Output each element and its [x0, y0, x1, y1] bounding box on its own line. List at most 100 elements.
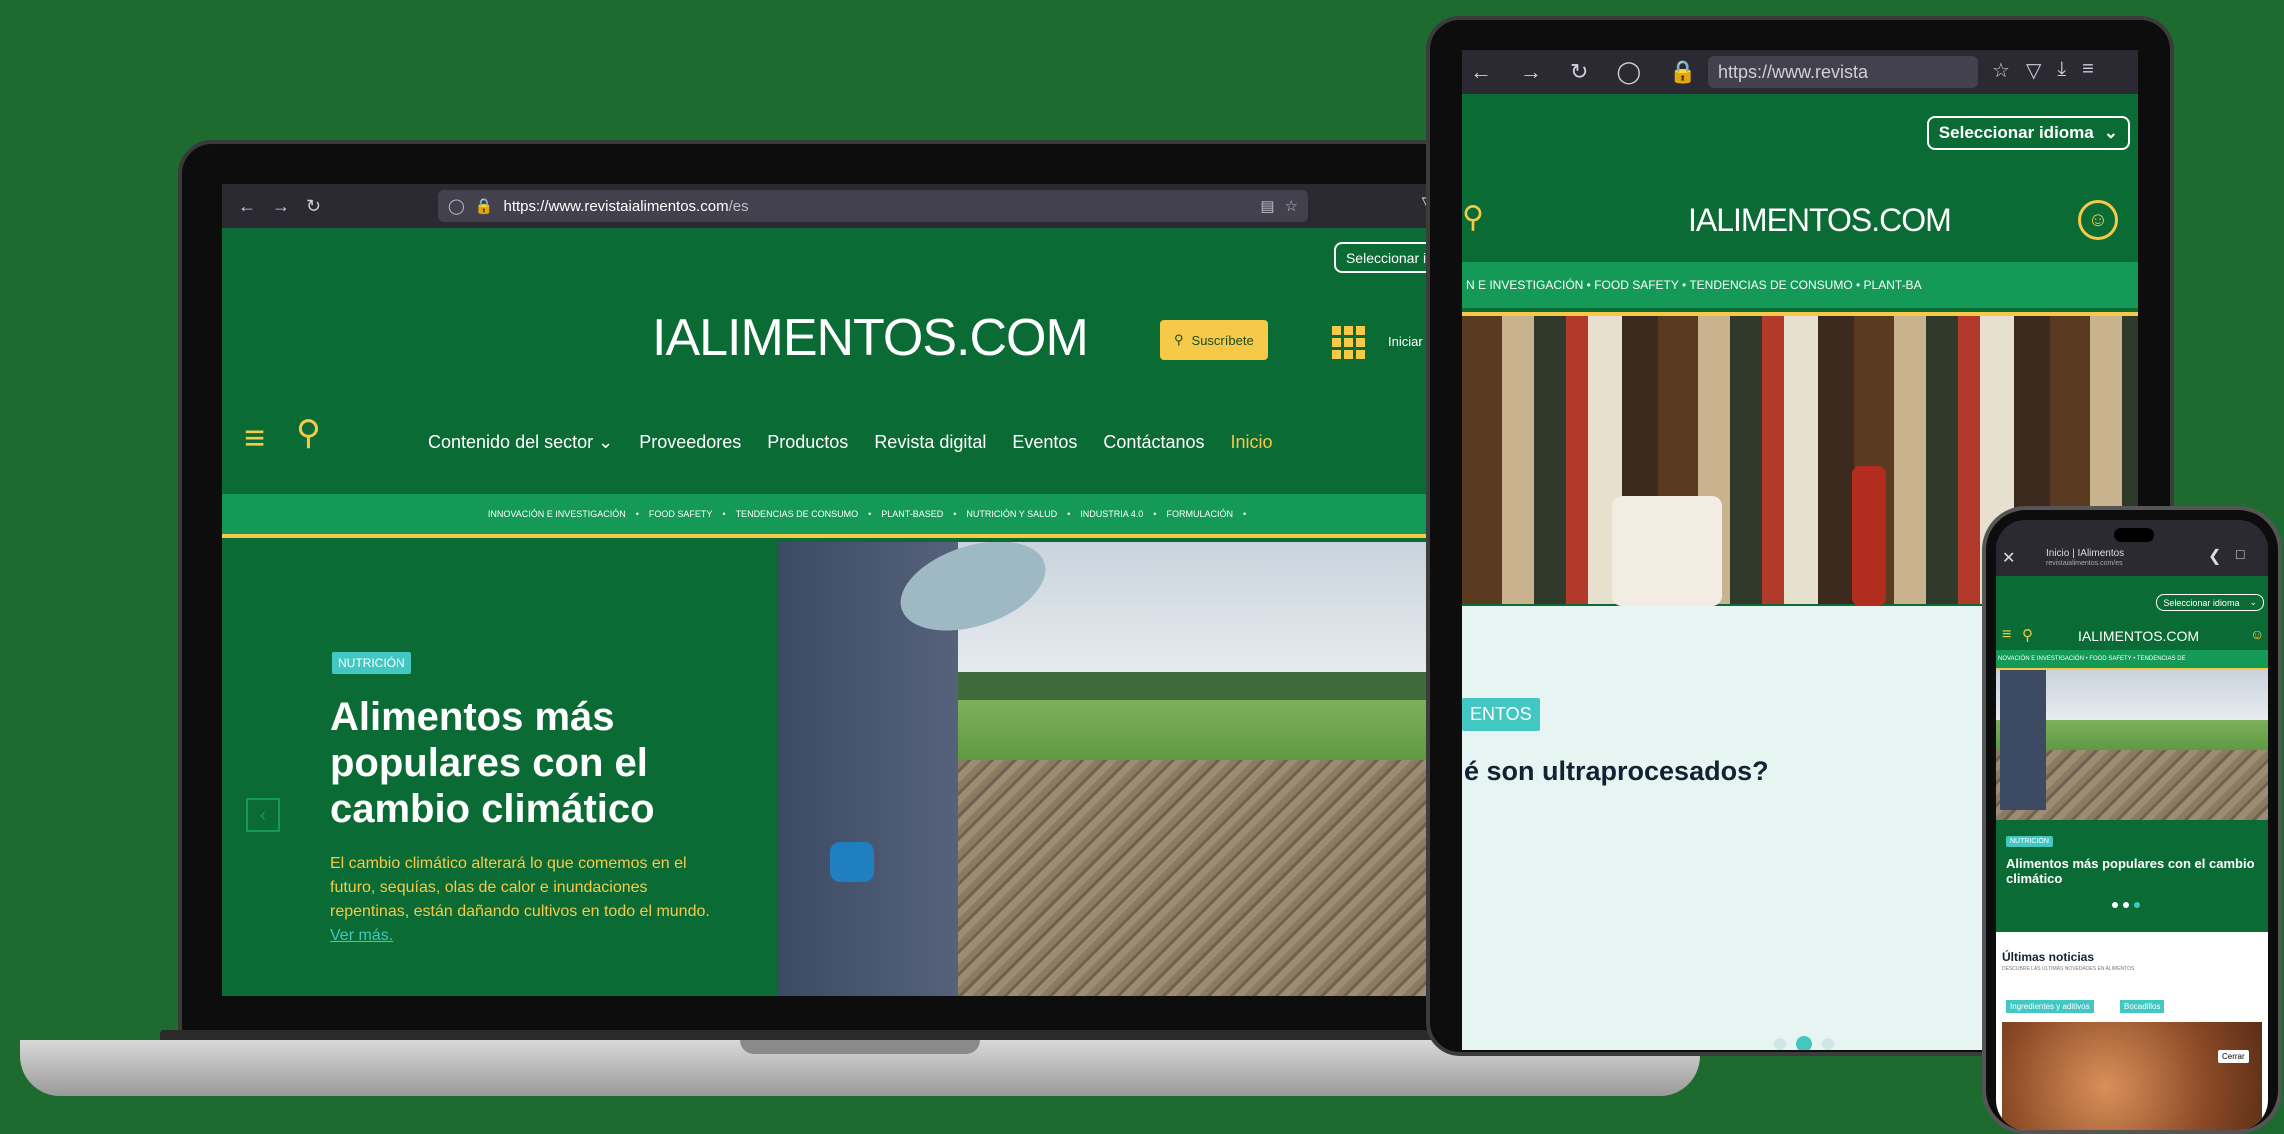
nav-item-productos[interactable]: Productos — [767, 432, 848, 453]
tag-bocadillos[interactable]: Bocadillos — [2120, 1000, 2165, 1013]
category-industria[interactable]: INDUSTRIA 4.0 — [1080, 509, 1143, 519]
tag-ingredientes[interactable]: Ingredientes y aditivos — [2006, 1000, 2094, 1013]
nav-item-proveedores[interactable]: Proveedores — [639, 432, 741, 453]
category-formulacion[interactable]: FORMULACIÓN — [1166, 509, 1233, 519]
share-icon[interactable]: ❮ — [2208, 546, 2221, 566]
main-nav: Contenido del sector ⌄ Proveedores Produ… — [428, 432, 1273, 453]
back-icon[interactable]: ← — [1470, 59, 1492, 85]
phone-search-icon[interactable]: ⚲ — [2022, 626, 2033, 644]
hero-image — [778, 542, 1512, 996]
close-button[interactable]: Cerrar — [2218, 1050, 2249, 1063]
forward-icon[interactable]: → — [272, 196, 290, 217]
phone-hero-title[interactable]: Alimentos más populares con el cambio cl… — [2006, 856, 2256, 886]
nav-item-contenido[interactable]: Contenido del sector ⌄ — [428, 432, 613, 453]
category-nutricion[interactable]: NUTRICIÓN Y SALUD — [966, 509, 1057, 519]
url-host: https://www.revistaialimentos.com — [503, 197, 729, 215]
subscribe-button[interactable]: ⚲ Suscríbete — [1160, 320, 1268, 360]
hero-body-text: El cambio climático alterará lo que come… — [330, 855, 710, 920]
tablet-hero-badge[interactable]: ENTOS — [1462, 698, 1540, 731]
reload-icon[interactable]: ↻ — [306, 196, 321, 217]
phone-screen: ✕ Inicio | IAlimentos revistaialimentos.… — [1996, 520, 2268, 1130]
phone-hero-image — [1996, 668, 2268, 820]
address-bar[interactable]: ◯ 🔒 https://www.revistaialimentos.com/es… — [438, 190, 1308, 222]
tablet-site-logo[interactable]: IALIMENTOS.COM — [1688, 202, 1952, 239]
tab-url: revistaialimentos.com/es — [2046, 560, 2123, 567]
category-food-safety[interactable]: FOOD SAFETY — [649, 509, 713, 519]
close-icon[interactable]: ✕ — [2002, 548, 2015, 568]
laptop-notch — [740, 1040, 980, 1054]
download-icon[interactable]: ⤓ — [2057, 58, 2066, 83]
phone-browser-bar: ✕ Inicio | IAlimentos revistaialimentos.… — [1996, 520, 2268, 576]
reload-icon[interactable]: ↻ — [1570, 59, 1588, 85]
nav-item-eventos[interactable]: Eventos — [1012, 432, 1077, 453]
phone-hero-badge[interactable]: NUTRICIÓN — [2006, 836, 2053, 847]
bell-icon: ⚲ — [1174, 332, 1184, 347]
news-heading: Últimas noticias — [2002, 950, 2095, 964]
chevron-down-icon: ⌄ — [2249, 597, 2257, 607]
phone-news-section: Últimas noticias DESCUBRE LAS ÚLTIMAS NO… — [1996, 932, 2268, 1130]
hero-category-badge[interactable]: NUTRICIÓN — [332, 652, 411, 674]
farmer-figure — [2000, 670, 2046, 810]
nav-item-contactanos[interactable]: Contáctanos — [1103, 432, 1204, 453]
tablet-address-bar[interactable]: https://www.revista — [1708, 56, 1978, 88]
tablet-category-strip[interactable]: N E INVESTIGACIÓN • FOOD SAFETY • TENDEN… — [1462, 262, 2138, 308]
news-image — [2002, 1022, 2262, 1130]
tablet-toolbar-right: ☆ ▽ ⤓ ≡ — [1992, 58, 2094, 83]
laptop-screen: ← → ↻ ◯ 🔒 https://www.revistaialimentos.… — [222, 184, 1512, 996]
language-select-label: Seleccionar idioma — [1938, 123, 2094, 142]
pocket-icon[interactable]: ▽ — [2026, 58, 2041, 83]
phone-site-logo[interactable]: IALIMENTOS.COM — [2078, 628, 2199, 644]
tablet-user-icon[interactable]: ☺ — [2078, 200, 2118, 240]
blue-glove — [830, 842, 874, 882]
menu-icon[interactable]: ≡ — [2082, 58, 2094, 83]
language-select-label: Seleccionar idioma — [2163, 597, 2240, 608]
category-innovacion[interactable]: INNOVACIÓN E INVESTIGACIÓN — [488, 509, 626, 519]
carousel-prev-button[interactable]: ‹ — [246, 798, 280, 832]
shield-icon[interactable]: ◯ — [448, 197, 465, 215]
phone-carousel-dots — [2112, 902, 2140, 908]
lock-icon: 🔒 — [1669, 59, 1697, 84]
bookmark-icon[interactable]: □ — [2236, 546, 2244, 562]
carousel-dot-active[interactable] — [2134, 902, 2140, 908]
shield-icon[interactable]: ◯ — [1616, 59, 1641, 85]
search-icon[interactable]: ⚲ — [296, 416, 321, 450]
reader-icon[interactable]: ▤ — [1260, 197, 1274, 215]
carousel-dot[interactable] — [2123, 902, 2129, 908]
phone-user-icon[interactable]: ☺ — [2250, 626, 2264, 642]
phone-language-select[interactable]: Seleccionar idioma ⌄ — [2156, 594, 2264, 611]
phone-category-strip[interactable]: NOVACIÓN E INVESTIGACIÓN • FOOD SAFETY •… — [1996, 650, 2268, 668]
hero-title[interactable]: Alimentos más populares con el cambio cl… — [330, 694, 750, 832]
forward-icon[interactable]: → — [1520, 59, 1542, 85]
nav-item-revista[interactable]: Revista digital — [874, 432, 986, 453]
site-logo[interactable]: IALIMENTOS.COM — [652, 308, 1089, 368]
nav-item-inicio[interactable]: Inicio — [1231, 432, 1273, 453]
carousel-dot-active[interactable] — [1796, 1036, 1812, 1050]
category-strip: INNOVACIÓN E INVESTIGACIÓN • FOOD SAFETY •… — [222, 494, 1512, 538]
carousel-dot[interactable] — [1774, 1038, 1786, 1050]
carousel-dot[interactable] — [2112, 902, 2118, 908]
hamburger-icon[interactable]: ≡ — [244, 420, 265, 456]
tablet-language-select[interactable]: Seleccionar idioma ⌄ — [1926, 116, 2130, 150]
star-icon[interactable]: ☆ — [1992, 58, 2010, 83]
subscribe-label: Suscríbete — [1191, 332, 1254, 348]
news-subheading: DESCUBRE LAS ÚLTIMAS NOVEDADES EN ALIMEN… — [2002, 966, 2135, 972]
chevron-down-icon: ⌄ — [2103, 123, 2118, 142]
jar-shape — [1612, 496, 1722, 606]
category-tendencias[interactable]: TENDENCIAS DE CONSUMO — [736, 509, 859, 519]
tablet-search-icon[interactable]: ⚲ — [1462, 200, 1484, 235]
sauce-bottle-shape — [1852, 466, 1886, 606]
apps-grid-icon[interactable] — [1332, 326, 1365, 359]
url-path: /es — [728, 197, 749, 215]
hero-text-panel: NUTRICIÓN Alimentos más populares con el… — [222, 542, 778, 996]
lock-icon: 🔒 — [474, 198, 494, 215]
star-icon[interactable]: ☆ — [1285, 197, 1298, 215]
carousel-dot[interactable] — [1822, 1038, 1834, 1050]
back-icon[interactable]: ← — [238, 196, 256, 217]
category-plant-based[interactable]: PLANT-BASED — [881, 509, 943, 519]
tablet-carousel-dots — [1774, 1036, 1834, 1050]
tablet-hero-title[interactable]: é son ultraprocesados? — [1464, 756, 1769, 787]
tab-title: Inicio | IAlimentos — [2046, 548, 2125, 559]
read-more-link[interactable]: Ver más. — [330, 927, 393, 944]
phone-hamburger-icon[interactable]: ≡ — [2002, 626, 2011, 644]
camera-island — [2114, 528, 2154, 542]
